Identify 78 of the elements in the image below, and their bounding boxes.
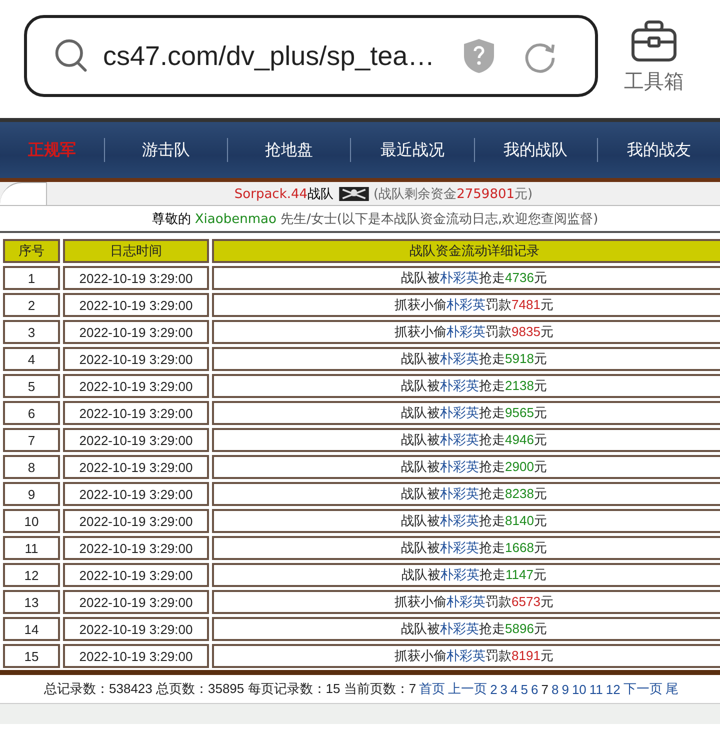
table-cell: 12 xyxy=(3,563,60,587)
column-header: 序号 xyxy=(3,239,60,263)
table-cell: 2022-10-19 3:29:00 xyxy=(63,428,209,452)
table-cell: 2022-10-19 3:29:00 xyxy=(63,644,209,668)
table-cell: 战队被朴彩英抢走1668元 xyxy=(212,536,720,560)
column-header: 日志时间 xyxy=(63,239,209,263)
table-cell: 抓获小偷朴彩英罚款7481元 xyxy=(212,293,720,317)
page-link[interactable]: 5 xyxy=(520,682,528,696)
column-header: 战队资金流动详细记录 xyxy=(212,239,720,263)
table-cell: 2022-10-19 3:29:00 xyxy=(63,293,209,317)
nav-tab[interactable]: 抢地盘 xyxy=(228,140,350,160)
table-cell: 2022-10-19 3:29:00 xyxy=(63,401,209,425)
table-cell: 14 xyxy=(3,617,60,641)
table-cell: 战队被朴彩英抢走4736元 xyxy=(212,266,720,290)
page-link[interactable]: 3 xyxy=(500,682,508,696)
address-bar[interactable]: cs47.com/dv_plus/sp_tea… xyxy=(24,15,598,97)
page-link[interactable]: 6 xyxy=(531,682,538,696)
table-cell: 抓获小偷朴彩英罚款8191元 xyxy=(212,644,720,668)
url-text: cs47.com/dv_plus/sp_tea… xyxy=(103,40,436,72)
table-cell: 6 xyxy=(3,401,60,425)
greeting-text: 尊敬的 Xiaobenmao 先生/女士(以下是本战队资金流动日志,欢迎您查阅监督) xyxy=(150,210,598,228)
page-link[interactable]: 尾 xyxy=(665,680,678,698)
table-cell: 4 xyxy=(3,347,60,371)
table-cell: 2022-10-19 3:29:00 xyxy=(63,347,209,371)
page-link[interactable]: 上一页 xyxy=(448,680,488,698)
table-cell: 战队被朴彩英抢走9565元 xyxy=(212,401,720,425)
page-link[interactable]: 9 xyxy=(562,682,569,696)
page-link[interactable]: 11 xyxy=(589,682,603,696)
table-cell: 13 xyxy=(3,590,60,614)
team-title: Sorpack.44战队 xyxy=(234,186,334,202)
nav-tab[interactable]: 游击队 xyxy=(104,140,228,160)
table-cell: 10 xyxy=(3,509,60,533)
table-cell: 2022-10-19 3:29:00 xyxy=(63,590,209,614)
table-cell: 9 xyxy=(3,482,60,506)
page-link[interactable]: 10 xyxy=(572,682,586,696)
table-cell: 2022-10-19 3:29:00 xyxy=(63,617,209,641)
table-cell: 战队被朴彩英抢走4946元 xyxy=(212,428,720,452)
page-link[interactable]: 12 xyxy=(606,682,620,696)
page-link[interactable]: 4 xyxy=(510,682,518,696)
table-cell: 战队被朴彩英抢走5918元 xyxy=(212,347,720,371)
table-cell: 2022-10-19 3:29:00 xyxy=(63,266,209,290)
table-cell: 1 xyxy=(3,266,60,290)
table-cell: 2022-10-19 3:29:00 xyxy=(63,509,209,533)
table-cell: 2022-10-19 3:29:00 xyxy=(63,482,209,506)
table-cell: 抓获小偷朴彩英罚款9835元 xyxy=(212,320,720,344)
nav-tab[interactable]: 最近战况 xyxy=(351,140,474,160)
table-cell: 3 xyxy=(3,320,60,344)
table-cell: 战队被朴彩英抢走2900元 xyxy=(212,455,720,479)
table-cell: 2022-10-19 3:29:00 xyxy=(63,320,209,344)
table-cell: 战队被朴彩英抢走5896元 xyxy=(212,617,720,641)
shield-icon[interactable] xyxy=(463,38,495,74)
table-cell: 2022-10-19 3:29:00 xyxy=(63,374,209,398)
nav-tab[interactable]: 我的战友 xyxy=(598,140,720,160)
table-cell: 7 xyxy=(3,428,60,452)
table-cell: 2 xyxy=(3,293,60,317)
table-cell: 战队被朴彩英抢走1147元 xyxy=(212,563,720,587)
page-link[interactable]: 下一页 xyxy=(623,680,662,698)
funds-text: (战队剩余资金2759801元) xyxy=(374,186,533,202)
table-cell: 5 xyxy=(3,374,60,398)
nav-tab[interactable]: 我的战队 xyxy=(474,140,597,160)
toolbox-button[interactable]: 工具箱 xyxy=(624,20,684,94)
page-link[interactable]: 8 xyxy=(551,682,559,696)
table-cell: 抓获小偷朴彩英罚款6573元 xyxy=(212,590,720,614)
table-cell: 2022-10-19 3:29:00 xyxy=(63,455,209,479)
pirate-flag-icon xyxy=(338,186,370,200)
table-cell: 2022-10-19 3:29:00 xyxy=(63,563,209,587)
table-cell: 战队被朴彩英抢走2138元 xyxy=(212,374,720,398)
table-cell: 11 xyxy=(3,536,60,560)
page-link[interactable]: 2 xyxy=(490,682,498,696)
tab-decoration xyxy=(0,182,47,205)
current-page: 7 xyxy=(541,682,548,696)
table-cell: 战队被朴彩英抢走8140元 xyxy=(212,509,720,533)
table-cell: 2022-10-19 3:29:00 xyxy=(63,536,209,560)
table-cell: 15 xyxy=(3,644,60,668)
table-cell: 战队被朴彩英抢走8238元 xyxy=(212,482,720,506)
record-summary: 总记录数：538423 总页数：35895 每页记录数：15 当前页数：7 xyxy=(44,680,416,698)
table-cell: 8 xyxy=(3,455,60,479)
page-link[interactable]: 首页 xyxy=(419,680,446,698)
